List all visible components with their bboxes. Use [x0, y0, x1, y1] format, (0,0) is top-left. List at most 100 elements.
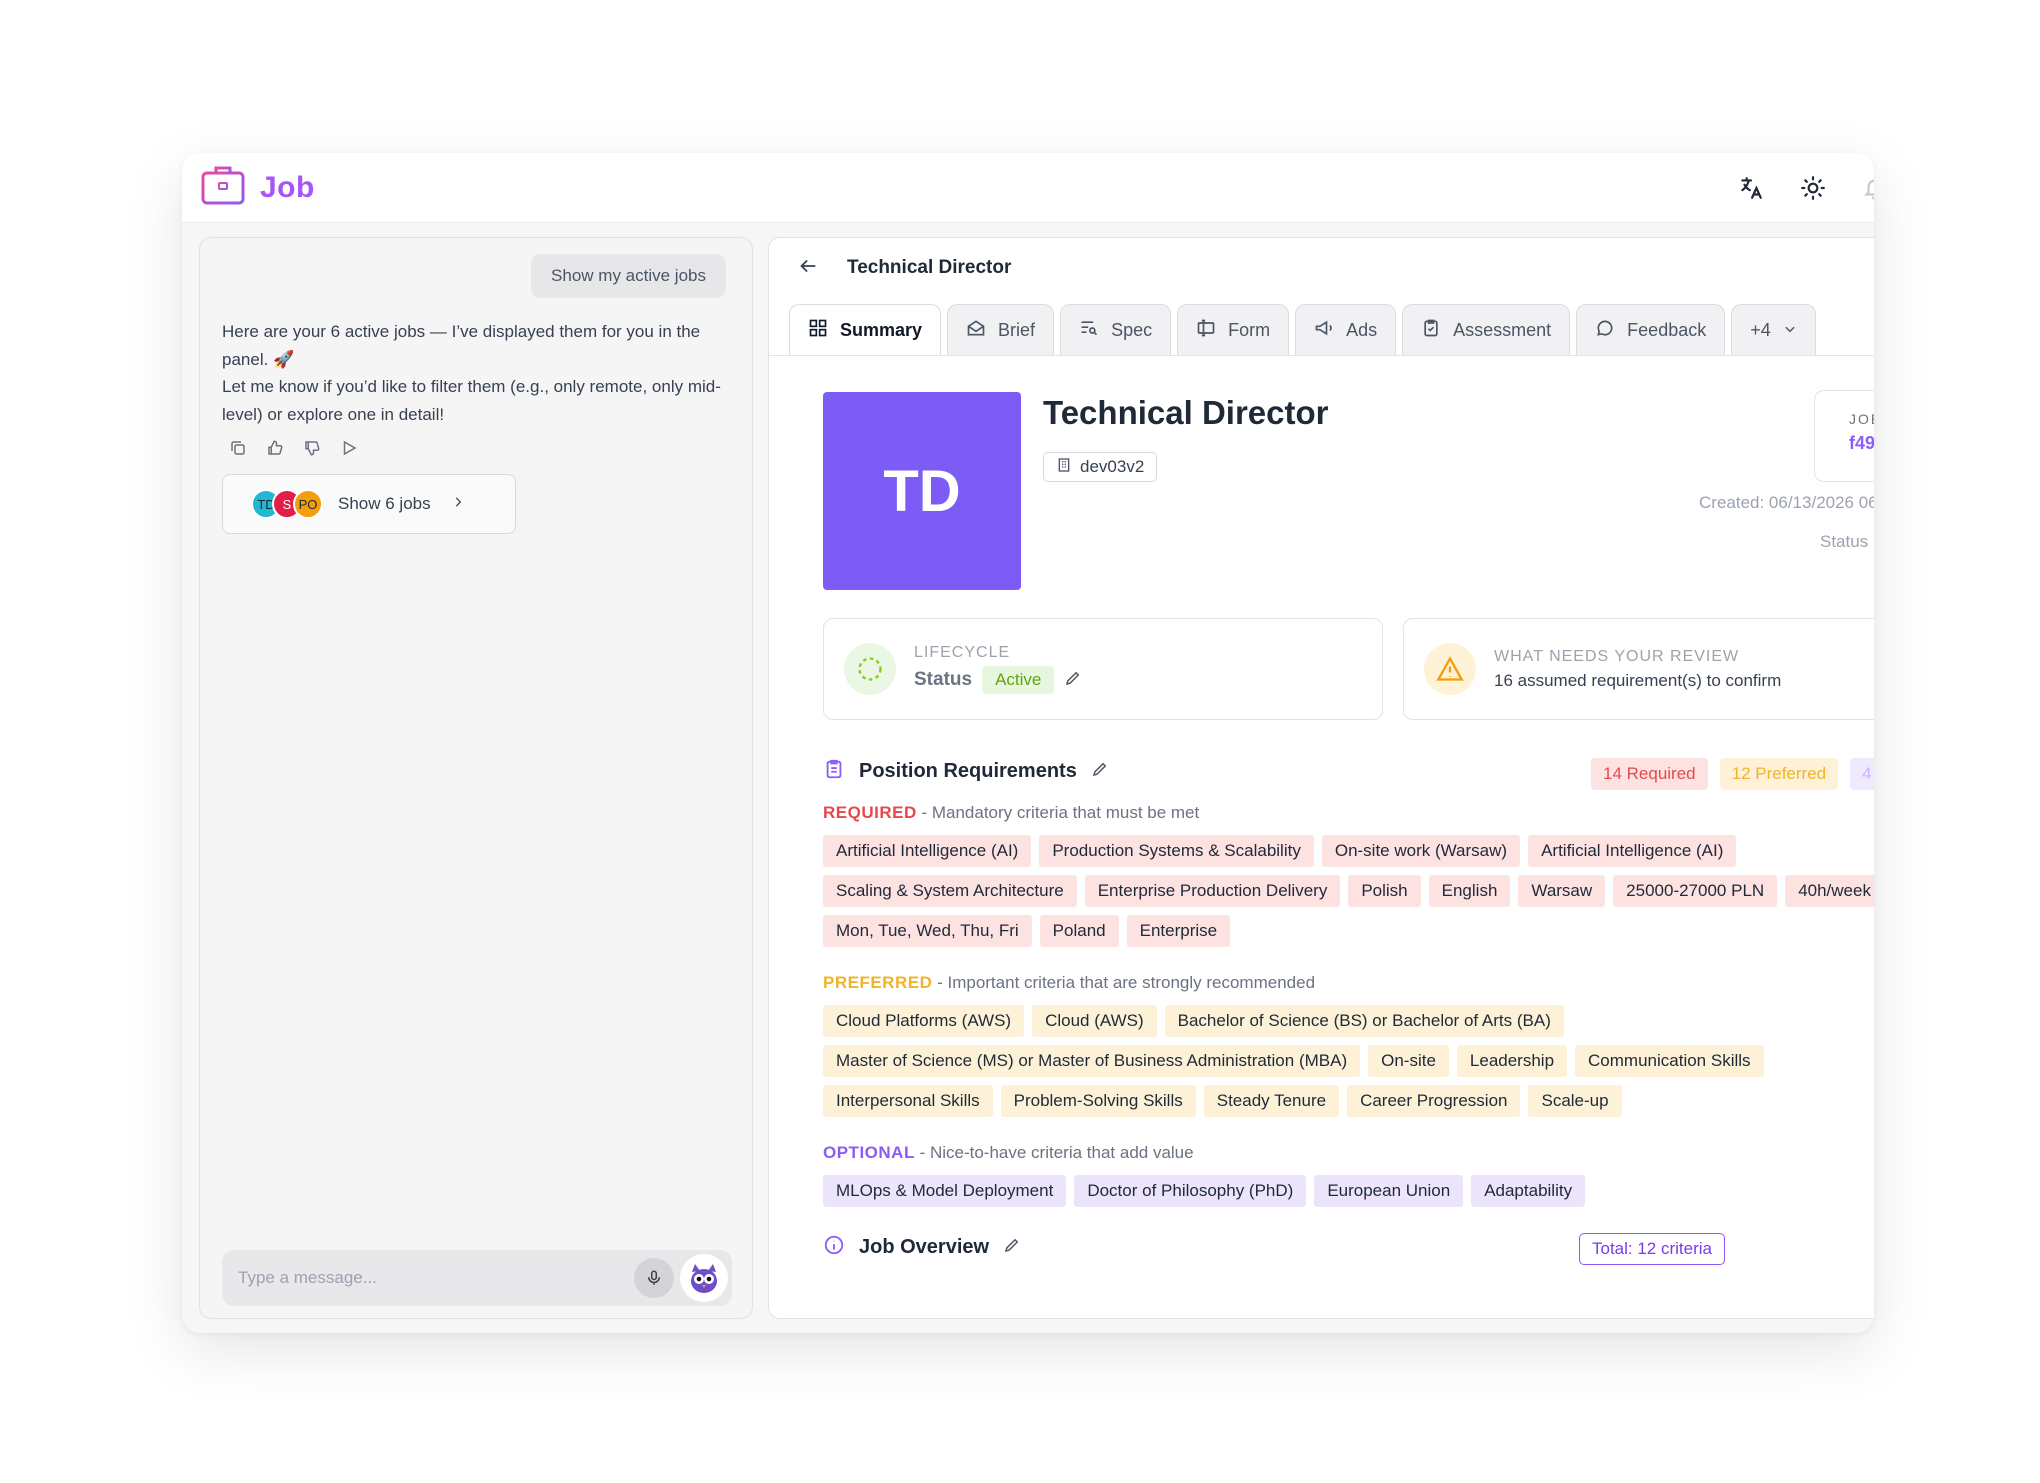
preferred-tag[interactable]: Cloud (AWS): [1032, 1005, 1157, 1037]
tab-label: Summary: [840, 320, 923, 340]
user-message: Show my active jobs: [531, 254, 726, 298]
job-code-label: JOB CODE: [1849, 411, 1874, 427]
show-jobs-button[interactable]: TD S PO Show 6 jobs: [222, 474, 516, 534]
requirement-counts: 14 Required 12 Preferred 4 Optional: [1591, 758, 1874, 790]
microphone-icon[interactable]: [634, 1258, 674, 1298]
brand[interactable]: Job: [200, 164, 315, 211]
required-tag[interactable]: Enterprise: [1126, 915, 1231, 947]
form-icon: [1196, 318, 1216, 343]
translate-icon[interactable]: [1734, 171, 1768, 205]
preferred-tag[interactable]: Bachelor of Science (BS) or Bachelor of …: [1164, 1005, 1564, 1037]
tab-spec[interactable]: Spec: [1060, 304, 1172, 356]
preferred-tag[interactable]: Interpersonal Skills: [823, 1085, 993, 1117]
optional-tags-row: MLOps & Model Deployment Doctor of Philo…: [823, 1175, 1586, 1207]
tab-label: Feedback: [1627, 320, 1707, 340]
tab-ads[interactable]: Ads: [1295, 304, 1397, 356]
job-logo: TD: [823, 392, 1021, 590]
required-count-badge[interactable]: 14 Required: [1591, 758, 1708, 790]
preferred-tag[interactable]: On-site: [1368, 1045, 1449, 1077]
tab-form[interactable]: Form: [1177, 304, 1290, 356]
required-tag[interactable]: English: [1428, 875, 1511, 907]
preferred-tag[interactable]: Career Progression: [1347, 1085, 1521, 1117]
review-text: 16 assumed requirement(s) to confirm: [1494, 670, 1782, 690]
required-tag[interactable]: 25000-27000 PLN: [1613, 875, 1778, 907]
tab-brief[interactable]: Brief: [947, 304, 1055, 356]
required-label: REQUIRED: [823, 803, 917, 822]
preferred-tag[interactable]: Problem-Solving Skills: [1000, 1085, 1196, 1117]
required-tag[interactable]: Mon, Tue, Wed, Thu, Fri: [823, 915, 1032, 947]
optional-heading: OPTIONAL - Nice-to-have criteria that ad…: [823, 1143, 1194, 1163]
org-chip[interactable]: dev03v2: [1043, 452, 1158, 482]
play-icon[interactable]: [339, 438, 358, 457]
chevron-right-icon: [451, 495, 465, 514]
optional-count-badge[interactable]: 4 Optional: [1850, 758, 1874, 790]
thumbs-up-icon[interactable]: [265, 438, 284, 457]
assistant-owl-icon[interactable]: [680, 1254, 728, 1302]
assistant-message-line: Here are your 6 active jobs — I’ve displ…: [222, 322, 701, 369]
tab-assessment[interactable]: Assessment: [1402, 304, 1571, 356]
job-detail-panel: Technical Director Summary Brief Spec Fo…: [768, 237, 1874, 1319]
optional-tag[interactable]: Adaptability: [1471, 1175, 1586, 1207]
tab-label: Brief: [998, 320, 1036, 340]
app-title: Job: [260, 170, 315, 204]
requirements-header: Position Requirements: [823, 758, 1109, 785]
optional-label: OPTIONAL: [823, 1143, 915, 1162]
job-code-box[interactable]: JOB CODE f4934dcd: [1814, 390, 1874, 482]
overview-title: Job Overview: [859, 1236, 990, 1258]
job-avatars: TD S PO: [251, 489, 323, 519]
thumbs-down-icon[interactable]: [302, 438, 321, 457]
required-tag[interactable]: On-site work (Warsaw): [1321, 835, 1521, 867]
bell-icon[interactable]: [1858, 171, 1874, 205]
preferred-tag[interactable]: Steady Tenure: [1203, 1085, 1340, 1117]
preferred-tag[interactable]: Cloud Platforms (AWS): [823, 1005, 1025, 1037]
preferred-tag[interactable]: Leadership: [1456, 1045, 1568, 1077]
preferred-tag[interactable]: Master of Science (MS) or Master of Busi…: [823, 1045, 1361, 1077]
detail-header-title: Technical Director: [847, 257, 1012, 278]
required-tag[interactable]: Artificial Intelligence (AI): [1528, 835, 1737, 867]
message-actions: [228, 438, 358, 457]
created-date: Created: 06/13/2026 06:: [1699, 493, 1874, 512]
clipboard-check-icon: [1421, 318, 1441, 343]
back-arrow-icon[interactable]: [797, 255, 819, 282]
briefcase-icon: [200, 164, 246, 211]
message-input[interactable]: [222, 1268, 634, 1288]
required-tag[interactable]: Polish: [1348, 875, 1421, 907]
copy-icon[interactable]: [228, 438, 247, 457]
required-tag[interactable]: Artificial Intelligence (AI): [823, 835, 1032, 867]
chevron-down-icon: [1783, 320, 1797, 341]
tab-summary[interactable]: Summary: [789, 304, 942, 356]
tab-label: Assessment: [1453, 320, 1552, 340]
required-tag[interactable]: Warsaw: [1518, 875, 1606, 907]
chat-bubble-icon: [1595, 318, 1615, 343]
required-desc: - Mandatory criteria that must be met: [921, 803, 1200, 822]
tab-more[interactable]: +4: [1731, 304, 1816, 356]
total-criteria-badge: Total: 12 criteria: [1579, 1233, 1725, 1265]
clipboard-list-icon: [823, 758, 845, 785]
optional-tag[interactable]: MLOps & Model Deployment: [823, 1175, 1067, 1207]
lifecycle-card: LIFECYCLE Status Active: [823, 618, 1383, 720]
theme-sun-icon[interactable]: [1796, 171, 1830, 205]
required-tag[interactable]: Production Systems & Scalability: [1039, 835, 1314, 867]
chat-panel: Show my active jobs Here are your 6 acti…: [199, 237, 753, 1319]
assistant-message: Here are your 6 active jobs — I’ve displ…: [222, 318, 732, 428]
required-tag[interactable]: 40h/week: [1785, 875, 1874, 907]
optional-tag[interactable]: European Union: [1314, 1175, 1464, 1207]
required-tag[interactable]: Scaling & System Architecture: [823, 875, 1077, 907]
edit-pencil-icon[interactable]: [1091, 760, 1109, 783]
preferred-tag[interactable]: Communication Skills: [1575, 1045, 1764, 1077]
warning-icon: [1424, 643, 1476, 695]
review-card[interactable]: WHAT NEEDS YOUR REVIEW 16 assumed requir…: [1403, 618, 1874, 720]
spec-list-icon: [1079, 318, 1099, 343]
grid-icon: [808, 318, 828, 343]
optional-tag[interactable]: Doctor of Philosophy (PhD): [1074, 1175, 1307, 1207]
job-title: Technical Director: [1043, 394, 1329, 431]
tab-feedback[interactable]: Feedback: [1576, 304, 1726, 356]
preferred-tag[interactable]: Scale-up: [1528, 1085, 1622, 1117]
edit-pencil-icon[interactable]: [1003, 1236, 1021, 1259]
edit-pencil-icon[interactable]: [1064, 669, 1082, 692]
required-tag[interactable]: Poland: [1039, 915, 1119, 947]
megaphone-icon: [1314, 318, 1334, 343]
preferred-count-badge[interactable]: 12 Preferred: [1719, 758, 1839, 790]
required-tag[interactable]: Enterprise Production Delivery: [1084, 875, 1341, 907]
review-label: WHAT NEEDS YOUR REVIEW: [1494, 647, 1740, 665]
